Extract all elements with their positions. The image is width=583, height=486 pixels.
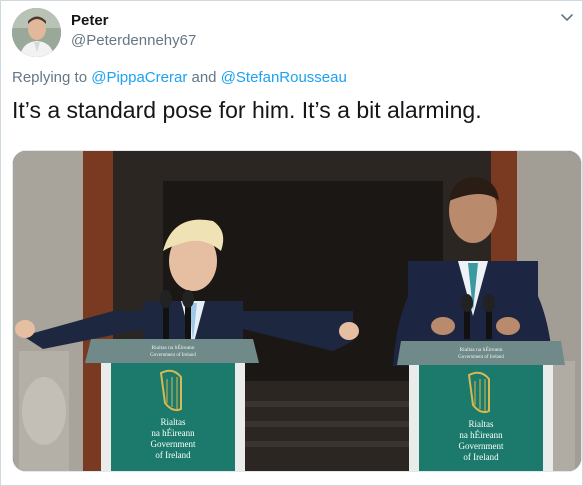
podium-right-line2: na hÉireann — [459, 430, 503, 440]
podium-left-line3: Government — [151, 439, 196, 449]
podium-left-top-text: Rialtas na hÉireann — [151, 343, 194, 351]
mention-link[interactable]: @StefanRousseau — [221, 69, 347, 86]
replying-to: Replying to @PippaCrerar and @StefanRous… — [12, 69, 347, 86]
user-handle[interactable]: @Peterdennehy67 — [71, 32, 196, 49]
tweet-text: It’s a standard pose for him. It’s a bit… — [12, 97, 482, 123]
podium-right-line1: Rialtas — [469, 419, 494, 429]
replying-conjunction: and — [191, 69, 217, 86]
podium-left: Rialtas na hÉireann Government of Irelan… — [85, 339, 259, 471]
avatar[interactable] — [12, 8, 61, 57]
podium-right-line3: Government — [459, 441, 504, 451]
podium-left-line4: of Ireland — [155, 450, 191, 460]
podium-left-line1: Rialtas — [161, 417, 186, 427]
mention-link[interactable]: @PippaCrerar — [91, 69, 187, 86]
podium-right-top-text-2: Government of Ireland — [458, 355, 504, 360]
display-name[interactable]: Peter — [71, 12, 109, 29]
podium-right: Rialtas na hÉireann Government of Irelan… — [397, 341, 565, 471]
chevron-down-icon[interactable] — [560, 11, 574, 25]
podium-right-line4: of Ireland — [463, 452, 499, 462]
podium-left-top-text-2: Government of Ireland — [150, 353, 196, 358]
tweet-card[interactable]: Peter @Peterdennehy67 Replying to @Pippa… — [0, 0, 583, 486]
podium-right-top-text: Rialtas na hÉireann — [459, 345, 502, 353]
tweet-photo[interactable]: Rialtas na hÉireann Government of Irelan… — [12, 150, 582, 472]
podium-left-line2: na hÉireann — [151, 428, 195, 438]
replying-prefix: Replying to — [12, 69, 88, 86]
